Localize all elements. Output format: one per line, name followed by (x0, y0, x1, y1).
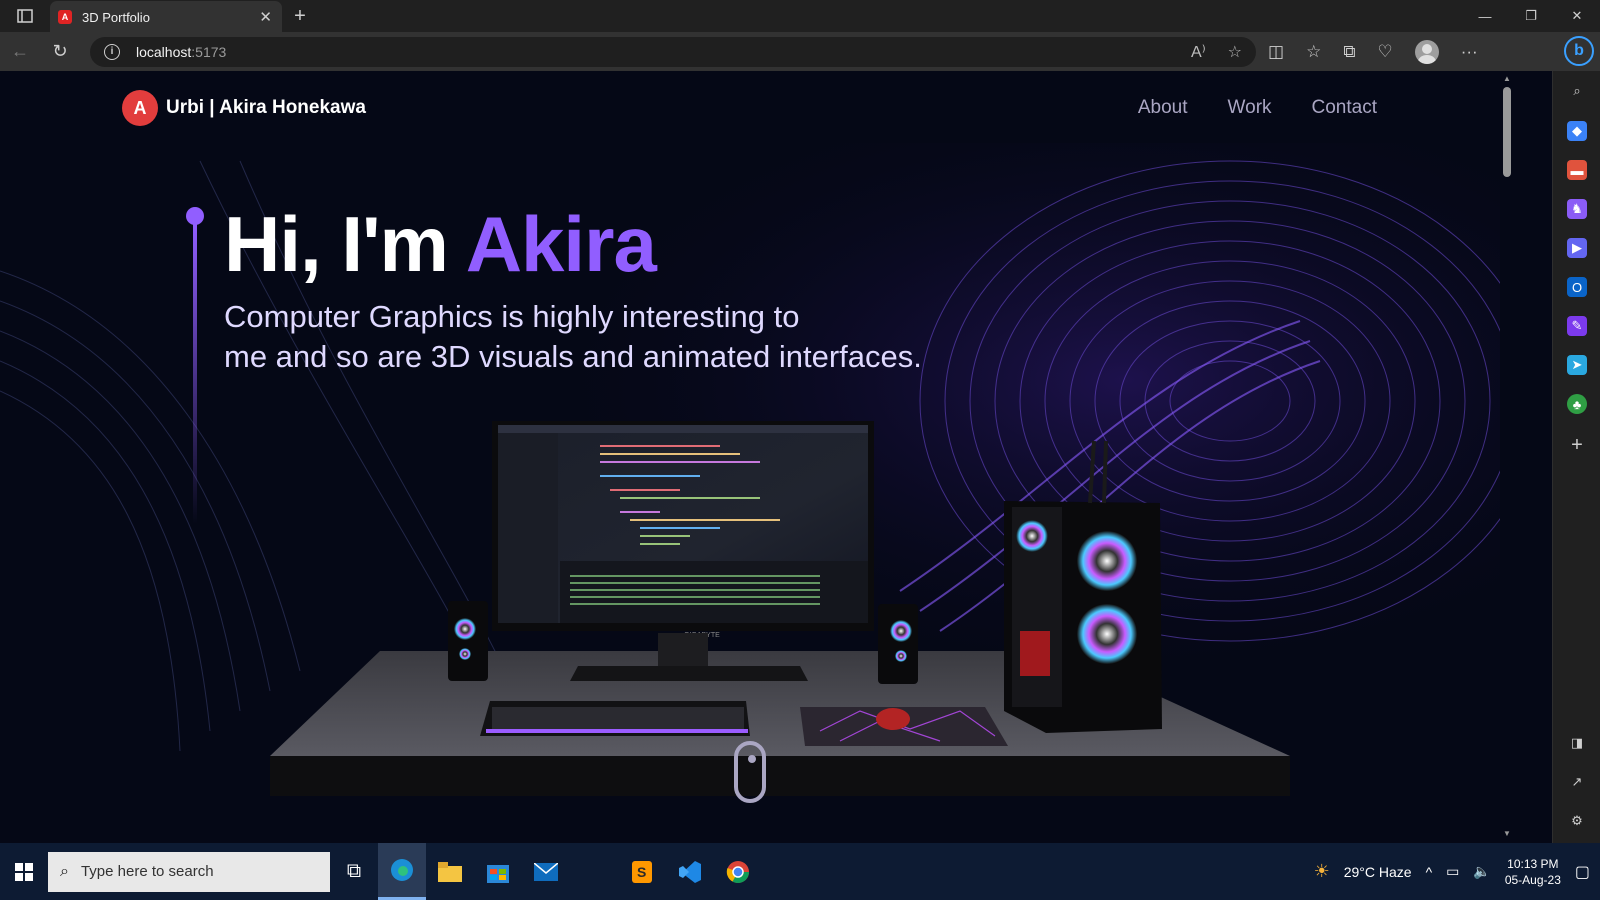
hero-subtitle: Computer Graphics is highly interesting … (224, 297, 1024, 377)
taskbar-spacer (570, 843, 618, 900)
url-host: localhost (136, 43, 192, 60)
nav-about[interactable]: About (1138, 97, 1188, 119)
favorite-star-icon[interactable]: ☆ (1228, 42, 1242, 62)
hero-title-name: Akira (465, 200, 657, 288)
system-tray: ☀ 29°C Haze ^ ▭ 🔈 10:13 PM 05-Aug-23 ▢ (1314, 856, 1600, 888)
split-screen-icon[interactable]: ◫ (1268, 42, 1284, 62)
bing-copilot-icon[interactable]: b (1564, 36, 1594, 66)
new-tab-icon[interactable]: + (282, 0, 318, 32)
scroll-up-icon[interactable]: ▲ (1502, 74, 1512, 84)
close-tab-icon[interactable]: ✕ (259, 8, 272, 26)
scroll-thumb[interactable] (1503, 87, 1511, 177)
search-icon: ⌕ (60, 862, 69, 880)
sublime-text-icon[interactable]: S (618, 843, 666, 900)
more-options-icon[interactable]: ··· (1461, 42, 1478, 62)
network-icon[interactable]: ▭ (1446, 863, 1459, 880)
gaming-mouse (876, 708, 910, 730)
close-window-icon[interactable]: ✕ (1554, 0, 1600, 32)
sidebar-tree-icon[interactable]: ♣ (1567, 394, 1587, 414)
task-view-icon[interactable]: ⧉ (330, 843, 378, 900)
left-speaker (448, 601, 488, 681)
favicon-icon: A (58, 10, 72, 24)
hero-subtitle-line1: Computer Graphics is highly interesting … (224, 299, 800, 334)
taskbar-search[interactable]: ⌕ Type here to search (48, 851, 330, 892)
sidebar-shopping-icon[interactable]: ◆ (1567, 121, 1587, 141)
sidebar-hide-icon[interactable]: ◨ (1567, 733, 1587, 753)
tray-expand-icon[interactable]: ^ (1426, 864, 1433, 880)
windows-start-icon[interactable] (0, 843, 48, 900)
sidebar-games-icon[interactable]: ♞ (1567, 199, 1587, 219)
url-port: :5173 (191, 43, 227, 60)
taskbar-clock[interactable]: 10:13 PM 05-Aug-23 (1505, 856, 1561, 888)
computer-desk-3d-model[interactable]: GIGABYTE (260, 411, 1300, 841)
browser-addressbar: ← ↻ i localhost :5173 A⁾ ☆ ◫ ☆ ⧉ ♡ ··· (0, 32, 1600, 71)
sidebar-designer-icon[interactable]: ✎ (1567, 316, 1587, 336)
mail-app-icon[interactable] (522, 843, 570, 900)
file-explorer-icon[interactable] (426, 843, 474, 900)
site-brand[interactable]: Urbi | Akira Honekawa (166, 97, 366, 119)
restore-icon[interactable]: ❐ (1508, 0, 1554, 32)
edge-sidebar: ⌕ ◆ ▬ ♞ ▶ O ✎ ➤ ♣ + ◨ ↗ ⚙ (1552, 71, 1600, 843)
sidebar-tools-icon[interactable]: ▬ (1567, 160, 1587, 180)
windows-taskbar: ⌕ Type here to search ⧉ S ☀ 29°C Haze ^ … (0, 843, 1600, 900)
volume-icon[interactable]: 🔈 (1473, 863, 1490, 880)
pc-fan-top (1077, 531, 1137, 591)
browser-essentials-icon[interactable]: ♡ (1377, 42, 1392, 62)
notifications-icon[interactable]: ▢ (1575, 862, 1590, 882)
favorites-icon[interactable]: ☆ (1306, 42, 1321, 62)
page-viewport: A Urbi | Akira Honekawa About Work Conta… (0, 71, 1500, 843)
clock-time: 10:13 PM (1507, 856, 1559, 871)
pc-fan-bottom (1077, 604, 1137, 664)
hero-accent-line (186, 207, 204, 524)
hero-subtitle-line2: me and so are 3D visuals and animated in… (224, 339, 922, 374)
url-field[interactable]: i localhost :5173 A⁾ ☆ (90, 36, 1256, 67)
nav-contact[interactable]: Contact (1312, 97, 1377, 119)
window-controls: — ❐ ✕ (1462, 0, 1600, 32)
clock-date: 05-Aug-23 (1504, 872, 1561, 887)
hero-title-prefix: Hi, I'm (224, 200, 466, 288)
right-speaker (878, 604, 918, 684)
minimize-icon[interactable]: — (1462, 0, 1508, 32)
store-app-icon[interactable] (474, 843, 522, 900)
refresh-icon[interactable]: ↻ (40, 32, 80, 71)
tab-title: 3D Portfolio (82, 9, 150, 25)
site-navbar: A Urbi | Akira Honekawa About Work Conta… (0, 71, 1500, 143)
edge-app-icon[interactable] (378, 843, 426, 900)
sidebar-search-icon[interactable]: ⌕ (1567, 81, 1587, 101)
site-info-icon[interactable]: i (104, 43, 120, 60)
vscode-icon[interactable] (666, 843, 714, 900)
taskbar-search-placeholder: Type here to search (80, 863, 214, 880)
sidebar-add-icon[interactable]: + (1567, 434, 1587, 456)
scroll-mouse-indicator[interactable] (734, 741, 766, 803)
site-logo[interactable]: A (122, 90, 158, 126)
sidebar-drop-icon[interactable]: ➤ (1567, 355, 1587, 375)
page-scrollbar[interactable]: ▲ ▼ (1500, 71, 1514, 843)
nav-work[interactable]: Work (1228, 97, 1272, 119)
monitor-stand (658, 633, 708, 668)
sidebar-settings-icon[interactable]: ⚙ (1567, 811, 1587, 831)
browser-tab[interactable]: A 3D Portfolio ✕ (50, 1, 282, 33)
back-icon[interactable]: ← (0, 32, 40, 71)
profile-avatar[interactable] (1414, 39, 1439, 64)
scroll-dot (748, 755, 756, 763)
svg-text:S: S (637, 864, 646, 880)
hero-title: Hi, I'm Akira (224, 199, 657, 290)
desk-front (270, 756, 1290, 796)
weather-text[interactable]: 29°C Haze (1344, 864, 1412, 880)
sidebar-external-icon[interactable]: ↗ (1567, 772, 1587, 792)
chrome-icon[interactable] (714, 843, 762, 900)
collections-icon[interactable]: ⧉ (1343, 42, 1355, 62)
sidebar-copilot-icon[interactable]: ▶ (1567, 238, 1587, 258)
tab-actions-icon[interactable] (0, 0, 50, 32)
site-nav: About Work Contact (1138, 97, 1377, 119)
sidebar-outlook-icon[interactable]: O (1567, 277, 1587, 297)
read-aloud-icon[interactable]: A⁾ (1191, 42, 1206, 62)
weather-icon[interactable]: ☀ (1314, 861, 1330, 882)
browser-tabbar: A 3D Portfolio ✕ + — ❐ ✕ (0, 0, 1600, 33)
scroll-down-icon[interactable]: ▼ (1502, 829, 1512, 839)
